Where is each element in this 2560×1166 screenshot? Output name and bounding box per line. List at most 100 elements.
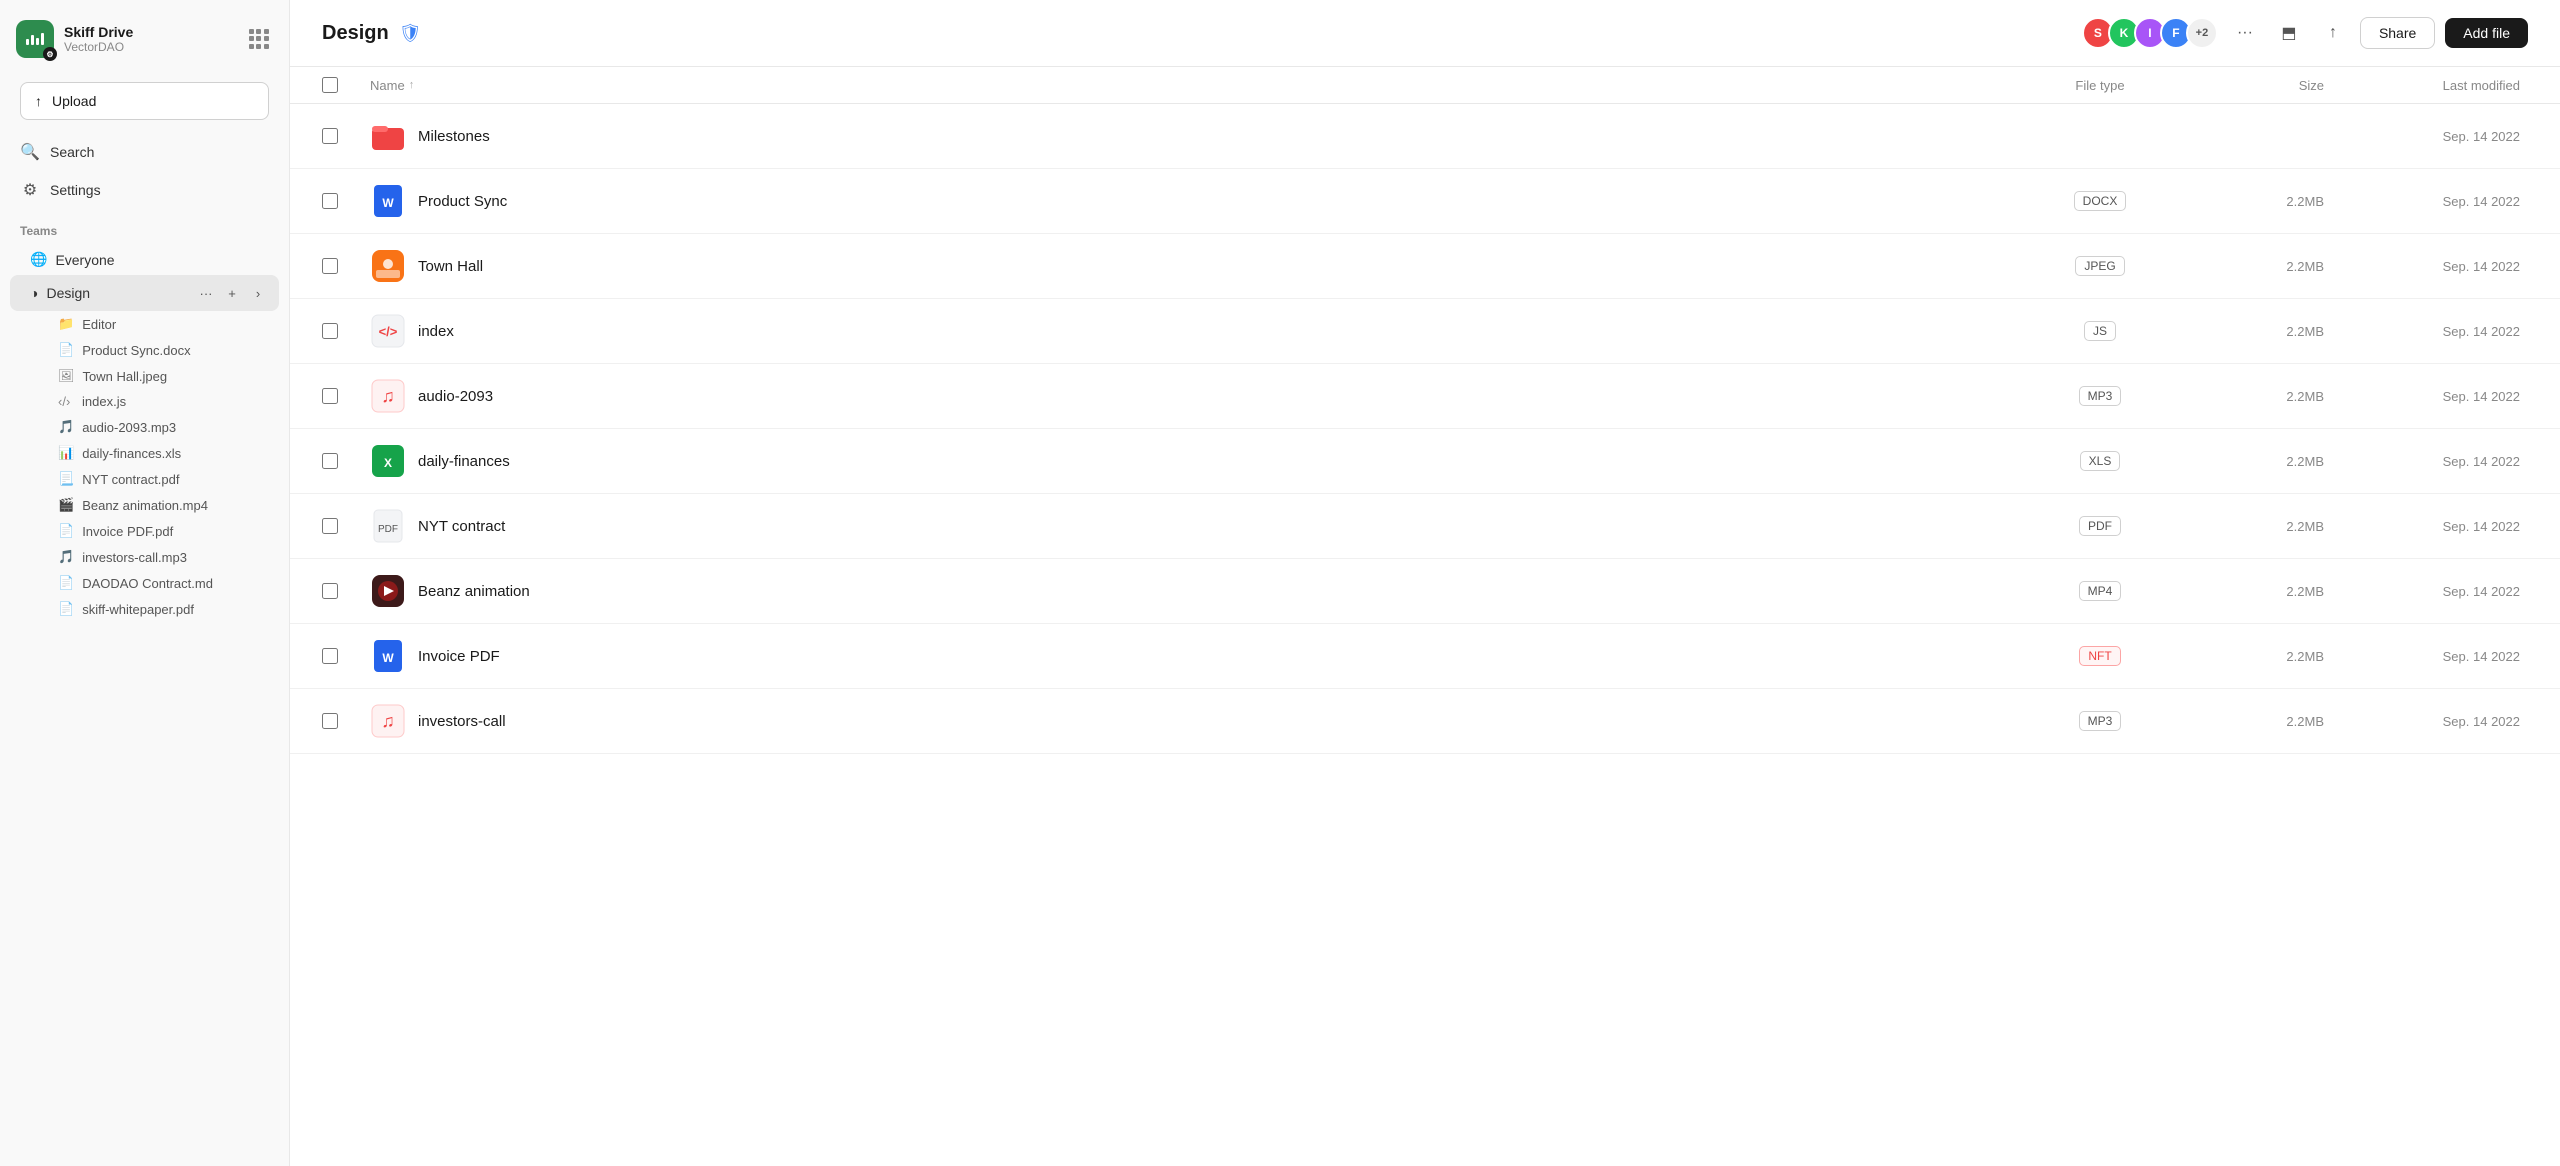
row-checkbox[interactable]: [322, 323, 338, 339]
grid-icon[interactable]: [245, 25, 273, 53]
row-checkbox-cell: [290, 624, 354, 689]
upload-header-button[interactable]: ↑: [2316, 16, 2350, 50]
settings-icon: ⚙: [20, 180, 40, 200]
export-button[interactable]: ⬒: [2272, 16, 2306, 50]
row-name-cell: Beanz animation: [354, 559, 2010, 624]
sidebar-design-item[interactable]: ◑ Design ··· + ›: [10, 275, 279, 311]
svg-text:PDF: PDF: [378, 524, 398, 535]
file-type-badge: MP3: [2079, 711, 2122, 731]
file-type-badge: MP3: [2079, 386, 2122, 406]
sidebar-file-index[interactable]: ‹/› index.js: [10, 389, 279, 414]
file-thumbnail: ♫: [370, 378, 406, 414]
filetype-column-header[interactable]: File type: [2010, 67, 2190, 104]
table-row[interactable]: W Invoice PDF NFT 2.2MB Sep. 14 2022: [290, 624, 2560, 689]
add-file-button[interactable]: Add file: [2445, 18, 2528, 48]
row-filetype-cell: [2010, 104, 2190, 169]
avatar-group: S K I F +2: [2082, 17, 2218, 49]
sidebar-file-editor[interactable]: 📁 Editor: [10, 311, 279, 337]
table-row[interactable]: PDF NYT contract PDF 2.2MB Sep. 14 2022: [290, 494, 2560, 559]
upload-label: Upload: [52, 93, 96, 109]
sidebar-file-finances[interactable]: 📊 daily-finances.xls: [10, 440, 279, 466]
file-name-label: Product Sync: [418, 193, 507, 210]
file-type-badge: MP4: [2079, 581, 2122, 601]
pdf-icon: 📃: [58, 471, 74, 487]
row-size-cell: 2.2MB: [2190, 689, 2340, 754]
row-checkbox[interactable]: [322, 388, 338, 404]
design-expand-button[interactable]: ›: [247, 282, 269, 304]
row-checkbox[interactable]: [322, 713, 338, 729]
row-modified-cell: Sep. 14 2022: [2340, 364, 2560, 429]
design-add-button[interactable]: +: [221, 282, 243, 304]
upload-button[interactable]: ↑ Upload: [20, 82, 269, 120]
row-checkbox-cell: [290, 104, 354, 169]
table-row[interactable]: ♫ investors-call MP3 2.2MB Sep. 14 2022: [290, 689, 2560, 754]
row-modified-cell: Sep. 14 2022: [2340, 299, 2560, 364]
row-checkbox[interactable]: [322, 648, 338, 664]
sidebar-nav: ↑ Upload 🔍 Search ⚙ Settings: [0, 74, 289, 212]
sidebar-file-daodao[interactable]: 📄 DAODAO Contract.md: [10, 570, 279, 596]
image-icon: 🖼: [58, 368, 75, 384]
table-row[interactable]: </> index JS 2.2MB Sep. 14 2022: [290, 299, 2560, 364]
table-row[interactable]: W Product Sync DOCX 2.2MB Sep. 14 2022: [290, 169, 2560, 234]
audio-icon: 🎵: [58, 419, 74, 435]
row-checkbox[interactable]: [322, 128, 338, 144]
audio-icon2: 🎵: [58, 549, 74, 565]
brand-sub: VectorDAO: [64, 40, 133, 54]
table-row[interactable]: Beanz animation MP4 2.2MB Sep. 14 2022: [290, 559, 2560, 624]
everyone-icon: 🌐: [30, 251, 47, 268]
row-name-cell: Town Hall: [354, 234, 2010, 299]
row-checkbox[interactable]: [322, 453, 338, 469]
file-name: audio-2093.mp3: [82, 420, 176, 435]
sidebar-file-beanz[interactable]: 🎬 Beanz animation.mp4: [10, 492, 279, 518]
table-row[interactable]: ♫ audio-2093 MP3 2.2MB Sep. 14 2022: [290, 364, 2560, 429]
header-actions: S K I F +2 ··· ⬒ ↑ Share Add file: [2082, 16, 2528, 50]
more-options-button[interactable]: ···: [2228, 16, 2262, 50]
sidebar-file-audio[interactable]: 🎵 audio-2093.mp3: [10, 414, 279, 440]
brand-logo-inner: [26, 33, 44, 45]
name-column-header[interactable]: Name ↑: [354, 67, 2010, 104]
size-column-header[interactable]: Size: [2190, 67, 2340, 104]
sidebar-file-whitepaper[interactable]: 📄 skiff-whitepaper.pdf: [10, 596, 279, 622]
sidebar-everyone-item[interactable]: 🌐 Everyone: [10, 244, 279, 275]
row-size-cell: 2.2MB: [2190, 234, 2340, 299]
table-row[interactable]: Milestones Sep. 14 2022: [290, 104, 2560, 169]
file-thumbnail: </>: [370, 313, 406, 349]
share-button[interactable]: Share: [2360, 17, 2435, 49]
sidebar-file-invoice[interactable]: 📄 Invoice PDF.pdf: [10, 518, 279, 544]
settings-nav-item[interactable]: ⚙ Settings: [10, 172, 279, 208]
file-thumbnail: PDF: [370, 508, 406, 544]
svg-text:W: W: [382, 196, 394, 210]
row-checkbox[interactable]: [322, 258, 338, 274]
select-all-header: [290, 67, 354, 104]
design-actions: ··· + ›: [195, 282, 269, 304]
file-name: Editor: [82, 317, 116, 332]
row-modified-cell: Sep. 14 2022: [2340, 234, 2560, 299]
file-thumbnail: W: [370, 638, 406, 674]
select-all-checkbox[interactable]: [322, 77, 338, 93]
row-size-cell: 2.2MB: [2190, 624, 2340, 689]
modified-column-header[interactable]: Last modified: [2340, 67, 2560, 104]
row-checkbox-cell: [290, 559, 354, 624]
file-thumbnail: [370, 573, 406, 609]
design-more-button[interactable]: ···: [195, 282, 217, 304]
table-row[interactable]: X daily-finances XLS 2.2MB Sep. 14 2022: [290, 429, 2560, 494]
brand-text: Skiff Drive VectorDAO: [64, 24, 133, 54]
row-modified-cell: Sep. 14 2022: [2340, 559, 2560, 624]
sidebar-file-nyt[interactable]: 📃 NYT contract.pdf: [10, 466, 279, 492]
sidebar-file-investors[interactable]: 🎵 investors-call.mp3: [10, 544, 279, 570]
row-checkbox[interactable]: [322, 193, 338, 209]
row-filetype-cell: XLS: [2010, 429, 2190, 494]
table-row[interactable]: Town Hall JPEG 2.2MB Sep. 14 2022: [290, 234, 2560, 299]
row-checkbox[interactable]: [322, 583, 338, 599]
row-filetype-cell: JPEG: [2010, 234, 2190, 299]
sidebar-file-town-hall[interactable]: 🖼 Town Hall.jpeg: [10, 363, 279, 389]
row-checkbox[interactable]: [322, 518, 338, 534]
search-nav-item[interactable]: 🔍 Search: [10, 134, 279, 170]
row-name-cell: PDF NYT contract: [354, 494, 2010, 559]
file-name: daily-finances.xls: [82, 446, 181, 461]
sidebar-file-product-sync[interactable]: 📄 Product Sync.docx: [10, 337, 279, 363]
row-size-cell: [2190, 104, 2340, 169]
docx-icon: 📄: [58, 342, 74, 358]
table-container: Name ↑ File type Size Last modified Mile…: [290, 67, 2560, 1166]
row-name-cell: X daily-finances: [354, 429, 2010, 494]
